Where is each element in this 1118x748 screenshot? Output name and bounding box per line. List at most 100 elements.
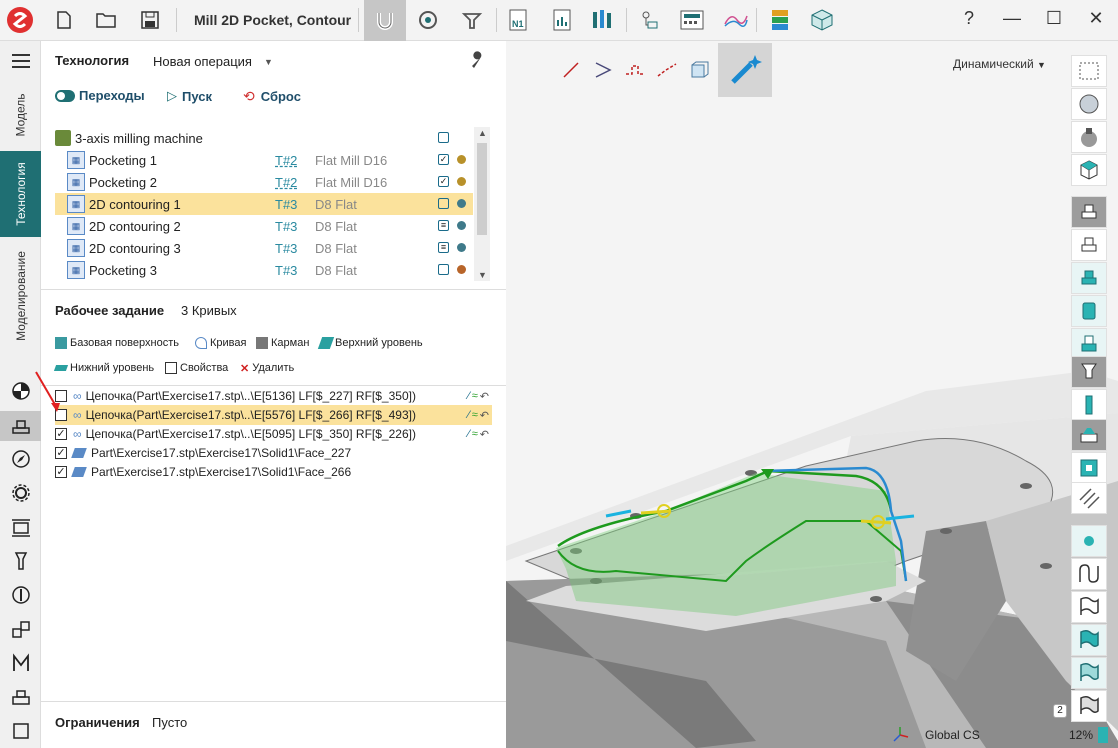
grey-flag-view-icon[interactable] <box>1071 690 1107 722</box>
operation-row[interactable]: ▦ 2D contouring 3 T#3 D8 Flat ≡ <box>55 237 473 259</box>
part-view-icon[interactable] <box>1071 262 1107 294</box>
save-icon[interactable] <box>134 4 166 36</box>
tab-modeling[interactable]: Моделирование <box>0 241 41 351</box>
clamp-view-icon[interactable] <box>1071 452 1107 484</box>
angle-select-icon[interactable] <box>590 57 616 83</box>
package-icon[interactable] <box>806 4 838 36</box>
magic-wand-icon[interactable] <box>718 43 772 97</box>
maximize-button[interactable]: ☐ <box>1040 8 1068 32</box>
report-icon[interactable] <box>546 4 578 36</box>
help-button[interactable]: ? <box>955 8 983 32</box>
hatch-view-icon[interactable] <box>1071 482 1107 514</box>
pocket-button[interactable]: Карман <box>256 334 309 352</box>
tool-number[interactable]: T#3 <box>275 241 297 256</box>
magnet-icon[interactable] <box>364 0 406 41</box>
workpiece-checkbox[interactable]: ✓ <box>55 447 67 459</box>
holder-view-icon[interactable] <box>1071 356 1107 388</box>
reverse-icon[interactable]: ↶ <box>480 409 489 422</box>
direction-icon[interactable]: ⁄ <box>468 390 470 403</box>
gauge-icon[interactable] <box>412 4 444 36</box>
workpiece-checkbox[interactable]: ✓ <box>55 466 67 478</box>
offset-icon[interactable]: ≈ <box>472 409 478 422</box>
stack-icon[interactable] <box>764 4 796 36</box>
operation-scrollbar[interactable]: ▲ ▼ <box>474 127 490 281</box>
workpiece-item[interactable]: ∞ Цепочка(Part\Exercise17.stp\..\E[5576] … <box>55 405 492 425</box>
stock-icon[interactable] <box>9 685 33 709</box>
scroll-up-icon[interactable]: ▲ <box>478 128 487 138</box>
direction-icon[interactable]: ⁄ <box>468 409 470 422</box>
cylinder-view-icon[interactable] <box>1071 295 1107 327</box>
zoom-slider-icon[interactable] <box>1098 727 1108 743</box>
tools-icon[interactable] <box>586 4 618 36</box>
shaded-icon[interactable] <box>1071 121 1107 153</box>
tab-model[interactable]: Модель <box>0 81 41 149</box>
edge-select-icon[interactable] <box>654 57 680 83</box>
operation-status-box[interactable]: ≡ <box>438 220 449 231</box>
minimize-button[interactable]: — <box>998 8 1026 32</box>
chart-icon[interactable] <box>720 4 752 36</box>
machine-visibility-box[interactable] <box>438 132 449 143</box>
direction-icon[interactable]: ⁄ <box>468 428 470 441</box>
machine-view-icon[interactable] <box>1071 196 1107 228</box>
hamburger-menu-icon[interactable] <box>9 49 33 73</box>
outline-flag-view-icon[interactable] <box>1071 657 1107 689</box>
tool-icon[interactable] <box>9 549 33 573</box>
flag-view-icon[interactable] <box>1071 591 1107 623</box>
tool-holder-icon[interactable] <box>456 4 488 36</box>
spindle-icon[interactable] <box>9 583 33 607</box>
blocks-icon[interactable] <box>9 617 33 641</box>
operation-status-box[interactable]: ≡ <box>438 242 449 253</box>
new-file-icon[interactable] <box>48 4 80 36</box>
run-button[interactable]: ▷ Пуск <box>167 88 212 104</box>
offset-icon[interactable]: ≈ <box>472 390 478 403</box>
stock-view-icon[interactable] <box>1071 229 1107 261</box>
top-level-button[interactable]: Верхний уровень <box>317 334 423 352</box>
curve-button[interactable]: Кривая <box>195 334 246 352</box>
operation-row[interactable]: ▦ Pocketing 3 T#3 D8 Flat <box>55 259 473 281</box>
operation-dropdown[interactable]: Новая операция ▼ <box>153 54 273 69</box>
postprocessor-icon[interactable] <box>676 4 708 36</box>
offset-icon[interactable]: ≈ <box>472 428 478 441</box>
scroll-down-icon[interactable]: ▼ <box>478 270 487 280</box>
compass-icon[interactable] <box>9 447 33 471</box>
reset-button[interactable]: ⟲ Сброс <box>243 88 301 105</box>
open-folder-icon[interactable] <box>90 4 122 36</box>
tab-technology[interactable]: Технология <box>0 151 41 237</box>
frame-icon[interactable] <box>9 719 33 743</box>
sphere-icon[interactable] <box>1071 88 1107 120</box>
workpiece-item[interactable]: ✓ Part\Exercise17.stp\Exercise17\Solid1\F… <box>55 443 492 463</box>
line-select-icon[interactable] <box>558 57 584 83</box>
teal-flag-view-icon[interactable] <box>1071 624 1107 656</box>
properties-button[interactable]: Свойства <box>165 359 228 377</box>
fixture-icon[interactable] <box>9 515 33 539</box>
delete-button[interactable]: ✕ Удалить <box>240 359 294 377</box>
chain-select-icon[interactable] <box>622 57 648 83</box>
tool-number[interactable]: T#3 <box>275 197 297 212</box>
machine-row[interactable]: 3-axis milling machine <box>55 127 473 149</box>
operation-status-box[interactable]: ✓ <box>438 176 449 187</box>
close-button[interactable]: ✕ <box>1082 8 1110 32</box>
operation-status-box[interactable] <box>438 198 449 209</box>
view-cube-icon[interactable] <box>1071 154 1107 186</box>
workpiece-item[interactable]: ∞ Цепочка(Part\Exercise17.stp\..\E[5136] … <box>55 386 492 406</box>
reverse-icon[interactable]: ↶ <box>480 390 489 403</box>
scroll-thumb[interactable] <box>477 143 487 235</box>
app-logo-icon[interactable] <box>4 4 36 36</box>
nc-program-icon[interactable]: N1 <box>502 4 534 36</box>
operation-status-box[interactable] <box>438 264 449 275</box>
view-mode-dropdown[interactable]: Динамический ▼ <box>953 57 1046 71</box>
operation-row[interactable]: ▦ 2D contouring 2 T#3 D8 Flat ≡ <box>55 215 473 237</box>
reverse-icon[interactable]: ↶ <box>480 428 489 441</box>
transitions-toggle[interactable]: Переходы <box>55 88 145 103</box>
base-surface-button[interactable]: Базовая поверхность <box>55 334 179 352</box>
tool-view-icon[interactable] <box>1071 389 1107 421</box>
operation-row[interactable]: ▦ Pocketing 1 T#2 Flat Mill D16 ✓ <box>55 149 473 171</box>
workpiece-item[interactable]: ✓ Part\Exercise17.stp\Exercise17\Solid1\F… <box>55 462 492 482</box>
flow-icon[interactable] <box>634 4 666 36</box>
macro-icon[interactable] <box>9 651 33 675</box>
tool-number[interactable]: T#2 <box>275 153 297 168</box>
operation-status-box[interactable]: ✓ <box>438 154 449 165</box>
3d-viewport[interactable]: Динамический ▼ 2 Global CS 12% <box>506 41 1118 748</box>
operation-row[interactable]: ▦ 2D contouring 1 T#3 D8 Flat <box>55 193 473 215</box>
operation-row[interactable]: ▦ Pocketing 2 T#2 Flat Mill D16 ✓ <box>55 171 473 193</box>
